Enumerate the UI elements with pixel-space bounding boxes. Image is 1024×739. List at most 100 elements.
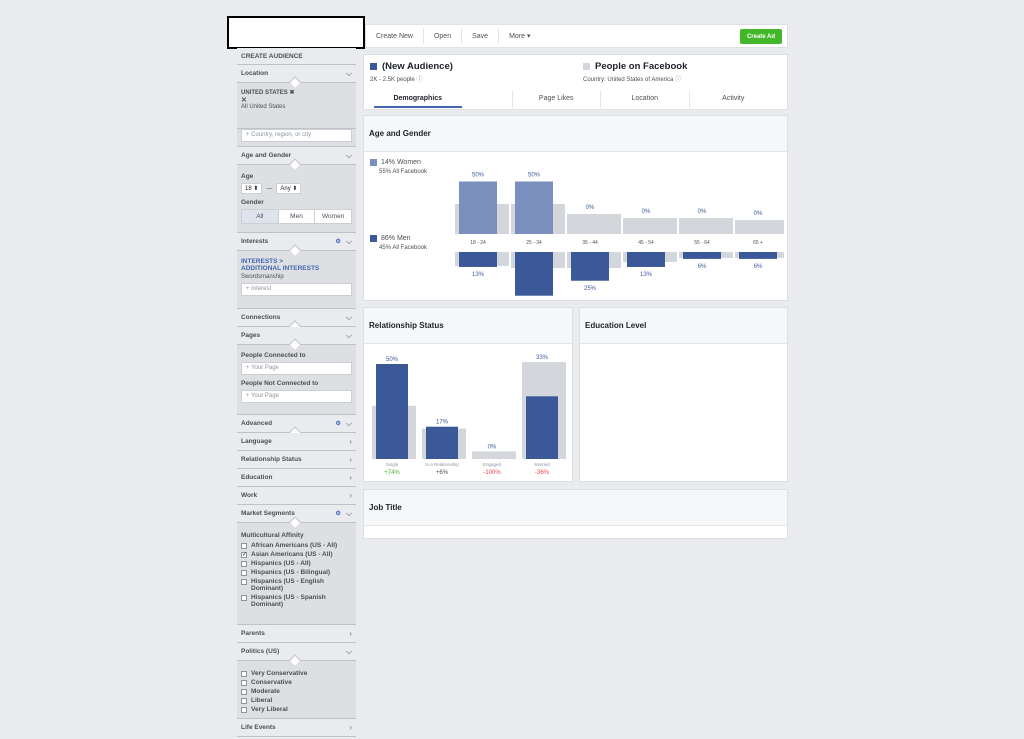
info-icon[interactable]: ⓘ (675, 77, 681, 83)
remove-location-icon[interactable]: ✕ (241, 96, 352, 104)
section-language[interactable]: Language › (237, 433, 356, 451)
interest-search-input[interactable]: + Interest (241, 283, 352, 296)
chevron-right-icon[interactable]: › (349, 455, 352, 464)
politics-option[interactable]: Very Conservative (241, 670, 352, 677)
audience-size-text: 2K - 2.5K people (370, 77, 415, 83)
chevron-right-icon[interactable]: › (349, 491, 352, 500)
relationship-bar[interactable] (376, 364, 408, 459)
section-politics[interactable]: Politics (US) ⌵ (237, 643, 356, 661)
chevron-down-icon[interactable]: ⌵ (346, 313, 352, 323)
chevron-right-icon[interactable]: › (349, 723, 352, 732)
market-segment-label: Hispanics (US - English Dominant) (251, 578, 324, 592)
age-min-select[interactable]: 18 ⬍ (241, 183, 263, 194)
market-segment-option[interactable]: African Americans (US - All) (241, 542, 352, 549)
checkbox-icon[interactable] (241, 561, 247, 567)
section-connections[interactable]: Connections ⌵ (237, 309, 356, 327)
tab-demographics[interactable]: Demographics (374, 91, 462, 108)
location-placeholder: Country, region, or city (251, 132, 312, 138)
chevron-down-icon[interactable]: ⌵ (346, 331, 352, 341)
checkbox-checked-icon[interactable]: ✓ (241, 552, 247, 558)
age-gender-title: Age and Gender (364, 116, 787, 152)
relationship-bar[interactable] (526, 396, 558, 459)
men-bar[interactable] (515, 252, 553, 296)
men-bar[interactable] (739, 252, 777, 259)
men-value-label: 25% (584, 286, 597, 292)
connected-page-input[interactable]: + Your Page (241, 362, 352, 375)
section-life-events[interactable]: Life Events › (237, 719, 356, 737)
tab-page-likes[interactable]: Page Likes (511, 91, 601, 108)
open-button[interactable]: Open (424, 28, 463, 44)
chevron-down-icon[interactable]: ⌵ (346, 237, 352, 247)
market-segment-option[interactable]: Hispanics (US - Spanish Dominant) (241, 594, 352, 608)
women-value-label: 50% (528, 173, 541, 179)
info-icon[interactable]: ⓘ (416, 77, 422, 83)
women-bar[interactable] (459, 181, 497, 235)
more-button[interactable]: More ▾ (499, 28, 540, 44)
tab-activity[interactable]: Activity (688, 91, 778, 108)
save-button[interactable]: Save (462, 28, 500, 44)
relationship-value-label: 17% (436, 420, 449, 426)
politics-label: Very Conservative (251, 670, 308, 677)
politics-option[interactable]: Very Liberal (241, 706, 352, 713)
women-bar[interactable] (515, 181, 553, 235)
location-search-input[interactable]: + Country, region, or city (241, 129, 352, 142)
gear-icon[interactable]: ⚙ (336, 420, 341, 427)
age-label: Age (241, 173, 254, 180)
checkbox-icon[interactable] (241, 707, 247, 713)
chevron-down-icon[interactable]: ⌵ (346, 647, 352, 657)
interests-path[interactable]: INTERESTS > ADDITIONAL INTERESTS (241, 258, 321, 272)
checkbox-icon[interactable] (241, 543, 247, 549)
checkbox-icon[interactable] (241, 595, 247, 601)
politics-option[interactable]: Conservative (241, 679, 352, 686)
politics-option[interactable]: Moderate (241, 688, 352, 695)
section-age-gender[interactable]: Age and Gender ⌵ (237, 147, 356, 165)
section-location[interactable]: Location ⌵ (237, 65, 356, 83)
chevron-right-icon[interactable]: › (349, 437, 352, 446)
gear-icon[interactable]: ⚙ (336, 238, 341, 245)
relationship-value-label: 33% (536, 355, 549, 361)
chevron-down-icon[interactable]: ⌵ (346, 509, 352, 519)
relationship-bar[interactable] (426, 426, 458, 459)
create-new-button[interactable]: Create New (366, 28, 424, 44)
chevron-right-icon[interactable]: › (349, 473, 352, 482)
section-label: Market Segments (241, 510, 295, 517)
chevron-down-icon[interactable]: ⌵ (346, 69, 352, 79)
market-segment-option[interactable]: Hispanics (US - Bilingual) (241, 569, 352, 576)
men-bar[interactable] (683, 252, 721, 259)
gender-all-button[interactable]: All (242, 210, 279, 223)
section-interests[interactable]: Interests ⚙ ⌵ (237, 233, 356, 251)
checkbox-icon[interactable] (241, 689, 247, 695)
politics-label: Very Liberal (251, 706, 288, 713)
gear-icon[interactable]: ⚙ (336, 510, 341, 517)
section-parents[interactable]: Parents › (237, 625, 356, 643)
chevron-down-icon[interactable]: ⌵ (346, 151, 352, 161)
age-max-select[interactable]: Any ⬍ (276, 183, 302, 194)
men-bar[interactable] (459, 252, 497, 267)
checkbox-icon[interactable] (241, 671, 247, 677)
section-market-segments[interactable]: Market Segments ⚙ ⌵ (237, 505, 356, 523)
chevron-down-icon[interactable]: ⌵ (346, 419, 352, 429)
section-relationship[interactable]: Relationship Status › (237, 451, 356, 469)
checkbox-icon[interactable] (241, 698, 247, 704)
section-work[interactable]: Work › (237, 487, 356, 505)
section-education[interactable]: Education › (237, 469, 356, 487)
section-advanced[interactable]: Advanced ⚙ ⌵ (237, 415, 356, 433)
tab-location[interactable]: Location (600, 91, 689, 108)
men-bar[interactable] (627, 252, 665, 267)
checkbox-icon[interactable] (241, 570, 247, 576)
not-connected-page-input[interactable]: + Your Page (241, 390, 352, 403)
section-pages[interactable]: Pages ⌵ (237, 327, 356, 345)
market-segment-option[interactable]: Hispanics (US - All) (241, 560, 352, 567)
checkbox-icon[interactable] (241, 680, 247, 686)
gender-men-button[interactable]: Men (279, 210, 316, 223)
men-bar[interactable] (571, 252, 609, 281)
women-swatch (370, 159, 377, 166)
gender-women-button[interactable]: Women (315, 210, 351, 223)
politics-option[interactable]: Liberal (241, 697, 352, 704)
market-segment-option[interactable]: ✓ Asian Americans (US - All) (241, 551, 352, 558)
create-ad-button[interactable]: Create Ad (740, 29, 782, 44)
market-segment-option[interactable]: Hispanics (US - English Dominant) (241, 578, 352, 592)
remove-country-icon[interactable]: ✖ (289, 90, 294, 96)
checkbox-icon[interactable] (241, 579, 247, 585)
chevron-right-icon[interactable]: › (349, 629, 352, 638)
